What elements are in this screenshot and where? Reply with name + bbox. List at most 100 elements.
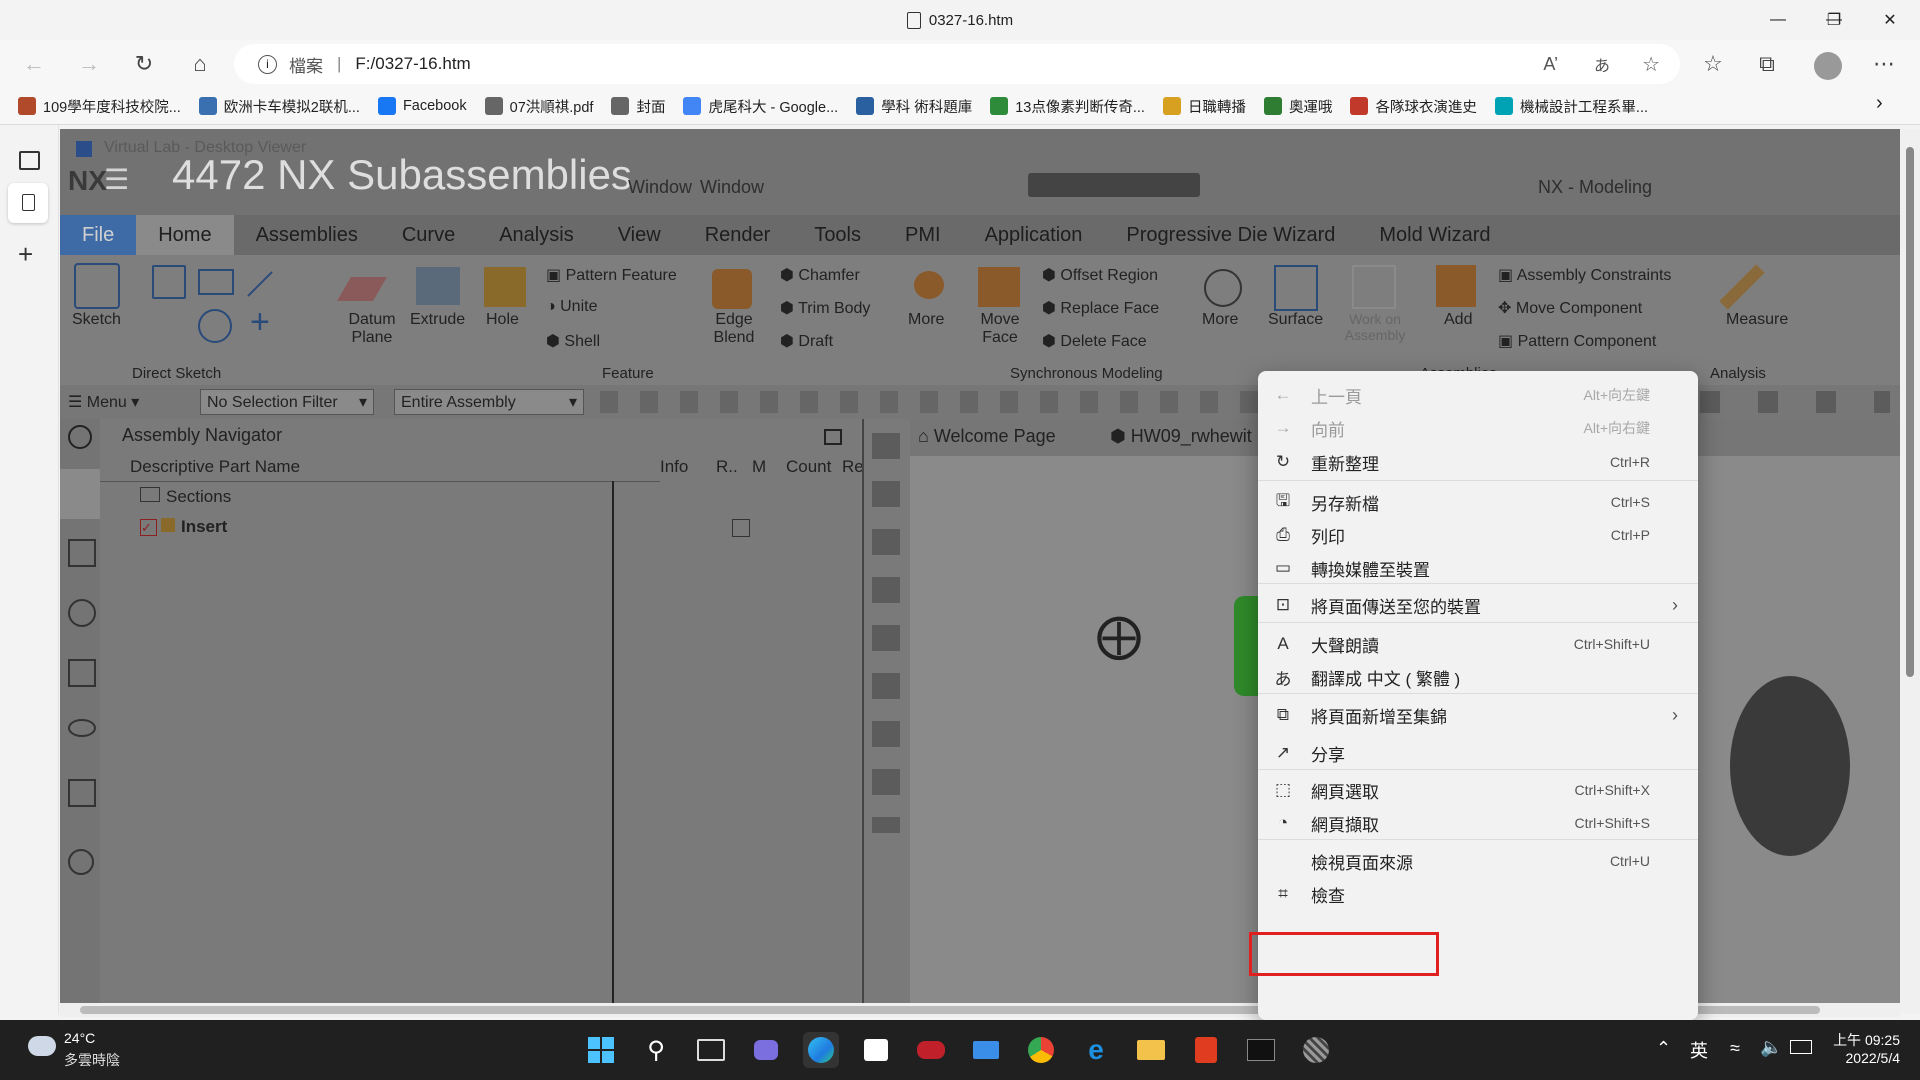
refresh-button[interactable]: ↻ — [124, 44, 164, 84]
vertical-scrollbar[interactable] — [1900, 129, 1920, 1013]
context-menu-item[interactable]: ▭ 轉換媒體至裝置 — [1258, 549, 1698, 587]
favorite-item[interactable]: 07洪順祺.pdf — [484, 96, 593, 117]
favorites-overflow-chevron-icon[interactable]: › — [1876, 92, 1883, 115]
chrome-icon[interactable] — [1023, 1032, 1059, 1068]
tab-pmi[interactable]: PMI — [883, 224, 963, 247]
translate-icon[interactable]: あ — [1594, 52, 1610, 76]
weather-desc[interactable]: 多雲時陰 — [64, 1050, 120, 1070]
checkbox-icon[interactable]: ✓ — [140, 519, 157, 536]
move-component[interactable]: ✥ Move Component — [1498, 298, 1642, 318]
context-menu-item[interactable]: ↻ 重新整理 Ctrl+R — [1258, 443, 1698, 481]
close-window-button[interactable]: ✕ — [1862, 0, 1918, 40]
info-icon[interactable]: i — [258, 54, 277, 74]
roles-icon[interactable] — [68, 849, 94, 875]
tab-analysis[interactable]: Analysis — [477, 224, 595, 247]
mail-icon[interactable] — [968, 1032, 1004, 1068]
selection-tool-icons[interactable] — [600, 391, 1300, 413]
favorite-item[interactable]: 109學年度科技校院... — [18, 96, 181, 117]
edge-blend-icon[interactable] — [712, 269, 752, 309]
surface-label[interactable]: Surface — [1268, 311, 1323, 329]
favorite-item[interactable]: 虎尾科大 - Google... — [683, 96, 838, 117]
rectangle-icon[interactable] — [198, 269, 234, 295]
tab-tools[interactable]: Tools — [792, 224, 883, 247]
column-re[interactable]: Re — [842, 457, 864, 477]
tab-curve[interactable]: Curve — [380, 224, 477, 247]
tab-actions-icon[interactable] — [19, 151, 40, 170]
work-on-assembly-label[interactable]: Work on Assembly — [1340, 311, 1410, 343]
tab-assemblies[interactable]: Assemblies — [234, 224, 380, 247]
move-face-label[interactable]: Move Face — [980, 311, 1020, 347]
extrude-label[interactable]: Extrude — [410, 311, 465, 329]
profile-avatar[interactable] — [1814, 52, 1842, 80]
vertical-scroll-thumb[interactable] — [1906, 147, 1914, 677]
volume-icon[interactable]: 🔈 — [1760, 1037, 1782, 1058]
surface-icon[interactable] — [1274, 265, 1318, 311]
column-m[interactable]: M — [752, 457, 766, 477]
file-explorer-icon[interactable] — [1133, 1032, 1169, 1068]
selection-filter-dropdown[interactable]: No Selection Filter ▾ — [200, 389, 374, 415]
context-menu-item[interactable]: ⧉ 將頁面新增至集錦 › — [1258, 696, 1698, 734]
more-sync-icon[interactable] — [1204, 269, 1242, 307]
sketch-icon[interactable] — [74, 263, 120, 309]
weather-temp[interactable]: 24°C — [64, 1030, 95, 1046]
office-icon[interactable] — [1188, 1032, 1224, 1068]
gaming-app-icon[interactable] — [913, 1032, 949, 1068]
favorite-item[interactable]: 欧洲卡车模拟2联机... — [198, 96, 360, 117]
delete-face[interactable]: ⬢ Delete Face — [1042, 331, 1147, 351]
move-face-icon[interactable] — [978, 267, 1020, 307]
network-app-icon[interactable] — [1298, 1032, 1334, 1068]
minimize-button-2[interactable]: — — [1750, 0, 1806, 40]
view-manager-icon[interactable] — [68, 719, 96, 737]
tab-view[interactable]: View — [596, 224, 683, 247]
shell[interactable]: ⬢ Shell — [546, 331, 600, 351]
favorite-item[interactable]: 日職轉播 — [1162, 96, 1246, 117]
line-icon[interactable] — [247, 271, 273, 297]
more-sync-label[interactable]: More — [1202, 311, 1238, 329]
back-button[interactable]: ← — [14, 44, 54, 84]
draft[interactable]: ⬢ Draft — [780, 331, 833, 351]
datum-plane-label[interactable]: Datum Plane — [342, 311, 402, 347]
viewer-toolbar-handle[interactable] — [1028, 173, 1200, 197]
measure-label[interactable]: Measure — [1726, 311, 1788, 329]
address-url[interactable]: F:/0327-16.htm — [355, 54, 470, 74]
context-menu-item[interactable]: ⌗ 檢查 — [1258, 875, 1698, 913]
store-icon[interactable] — [858, 1032, 894, 1068]
tree-row-insert[interactable]: ✓ Insert — [140, 517, 227, 537]
favorite-item[interactable]: 13点像素判断传奇... — [990, 96, 1145, 117]
add-component-icon[interactable] — [1436, 265, 1476, 307]
work-on-assembly-icon[interactable] — [1352, 265, 1396, 309]
tab-welcome-page[interactable]: ⌂ Welcome Page — [918, 426, 1056, 447]
context-menu-item[interactable]: ⊡ 將頁面傳送至您的裝置 › — [1258, 586, 1698, 624]
assembly-navigator-tab[interactable] — [60, 469, 100, 519]
clock-date[interactable]: 2022/5/4 — [1820, 1050, 1901, 1066]
hamburger-menu-icon[interactable]: ☰ — [104, 163, 129, 196]
column-r[interactable]: R.. — [716, 457, 738, 477]
collections-icon[interactable]: ⧉ — [1747, 44, 1787, 84]
add-favorite-icon[interactable]: ☆ — [1642, 52, 1660, 77]
edge-icon[interactable] — [803, 1032, 839, 1068]
chamfer[interactable]: ⬢ Chamfer — [780, 265, 860, 285]
window-menu-2[interactable]: Window — [700, 177, 764, 198]
reuse-library-icon[interactable] — [68, 659, 96, 687]
point-icon[interactable]: + — [250, 303, 270, 342]
circle-icon[interactable] — [198, 309, 232, 343]
read-aloud-icon[interactable]: A’ — [1543, 54, 1558, 75]
more-feature-label[interactable]: More — [908, 311, 944, 329]
profile-icon[interactable] — [152, 265, 186, 299]
favorite-item[interactable]: 封面 — [611, 96, 665, 117]
pattern-feature[interactable]: ▣ Pattern Feature — [546, 265, 677, 285]
part-navigator-icon[interactable] — [68, 599, 96, 627]
favorite-item[interactable]: Facebook — [377, 97, 467, 115]
clock-time[interactable]: 上午 09:25 — [1820, 1030, 1900, 1050]
internet-explorer-icon[interactable]: e — [1078, 1032, 1114, 1068]
view-tool-icons[interactable] — [1700, 391, 1890, 413]
extrude-icon[interactable] — [416, 267, 460, 305]
hole-icon[interactable] — [484, 267, 526, 307]
column-descriptive-part-name[interactable]: Descriptive Part Name — [130, 457, 300, 477]
tab-home[interactable]: Home — [136, 215, 234, 255]
add-component-label[interactable]: Add — [1444, 311, 1472, 329]
favorite-item[interactable]: 機械設計工程系畢... — [1494, 96, 1648, 117]
tab-mold-wizard[interactable]: Mold Wizard — [1357, 224, 1512, 247]
terminal-icon[interactable] — [1243, 1032, 1279, 1068]
replace-face[interactable]: ⬢ Replace Face — [1042, 298, 1159, 318]
